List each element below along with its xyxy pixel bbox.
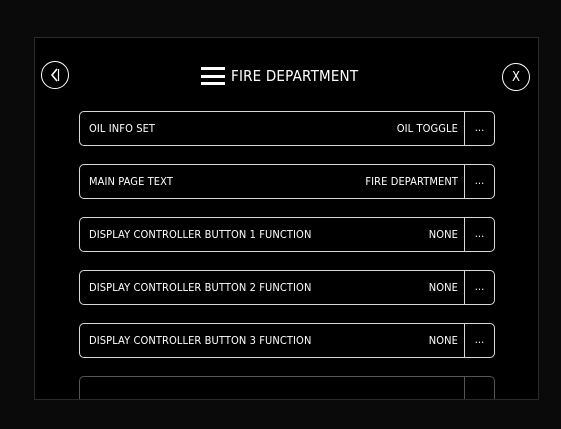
setting-row-controller-button-2[interactable]: DISPLAY CONTROLLER BUTTON 2 FUNCTION NON… [79, 270, 464, 305]
list-item[interactable]: DISPLAY CONTROLLER BUTTON 3 FUNCTION NON… [79, 323, 495, 358]
list-item[interactable]: DISPLAY CONTROLLER BUTTON 2 FUNCTION NON… [79, 270, 495, 305]
page-header: FIRE DEPARTMENT [35, 64, 538, 88]
setting-row-oil-info-set[interactable]: OIL INFO SET OIL TOGGLE [79, 111, 464, 146]
setting-row-controller-button-3[interactable]: DISPLAY CONTROLLER BUTTON 3 FUNCTION NON… [79, 323, 464, 358]
setting-row-next[interactable] [79, 376, 464, 399]
close-button[interactable]: X [502, 63, 530, 91]
more-options-button[interactable]: ... [464, 164, 495, 199]
more-options-button[interactable]: ... [464, 323, 495, 358]
setting-label: DISPLAY CONTROLLER BUTTON 2 FUNCTION [89, 281, 312, 294]
setting-row-main-page-text[interactable]: MAIN PAGE TEXT FIRE DEPARTMENT [79, 164, 464, 199]
setting-label: OIL INFO SET [89, 122, 156, 135]
page-title: FIRE DEPARTMENT [230, 67, 359, 85]
more-options-button[interactable]: ... [464, 111, 495, 146]
settings-list: OIL INFO SET OIL TOGGLE ... MAIN PAGE TE… [79, 111, 495, 399]
setting-value: NONE [428, 281, 458, 294]
list-item[interactable]: DISPLAY CONTROLLER BUTTON 1 FUNCTION NON… [79, 217, 495, 252]
setting-value: NONE [428, 334, 458, 347]
hamburger-menu-icon[interactable] [200, 67, 225, 85]
list-item[interactable]: MAIN PAGE TEXT FIRE DEPARTMENT ... [79, 164, 495, 199]
setting-label: MAIN PAGE TEXT [89, 175, 173, 188]
more-options-button[interactable]: ... [464, 270, 495, 305]
setting-value: NONE [428, 228, 458, 241]
setting-label: DISPLAY CONTROLLER BUTTON 1 FUNCTION [89, 228, 312, 241]
setting-value: FIRE DEPARTMENT [365, 175, 458, 188]
more-options-button[interactable]: ... [464, 217, 495, 252]
screen: FIRE DEPARTMENT X OIL INFO SET OIL TOGGL… [0, 0, 561, 429]
setting-value: OIL TOGGLE [396, 122, 458, 135]
more-options-button[interactable] [464, 376, 495, 399]
setting-row-controller-button-1[interactable]: DISPLAY CONTROLLER BUTTON 1 FUNCTION NON… [79, 217, 464, 252]
close-icon: X [511, 69, 520, 85]
settings-panel: FIRE DEPARTMENT X OIL INFO SET OIL TOGGL… [34, 37, 539, 400]
setting-label: DISPLAY CONTROLLER BUTTON 3 FUNCTION [89, 334, 312, 347]
list-item-partial[interactable] [79, 376, 495, 399]
list-item[interactable]: OIL INFO SET OIL TOGGLE ... [79, 111, 495, 146]
